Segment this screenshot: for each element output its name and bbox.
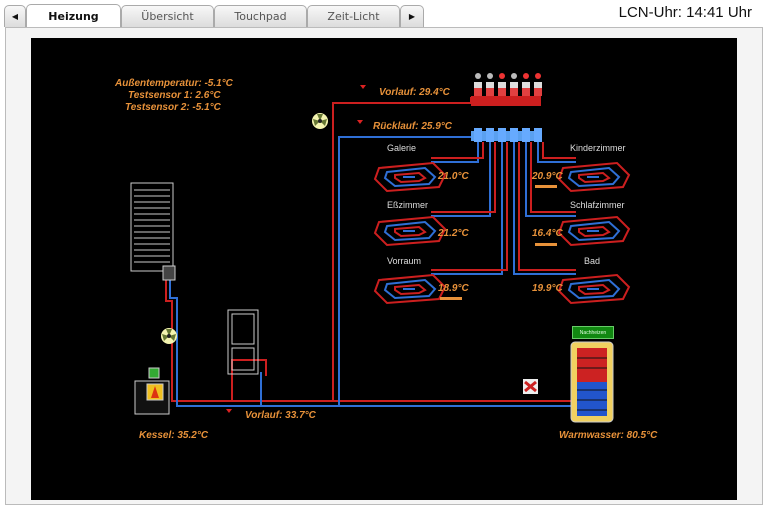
tab-bar: ◀ Heizung Übersicht Touchpad Zeit-Licht … [0, 0, 768, 28]
outdoor-temp-label: Außentemperatur: -5.1°C [115, 78, 233, 89]
tab-label: Heizung [48, 10, 99, 23]
heating-indicator-kinderzimmer [535, 185, 557, 188]
supply-bottom-label: Vorlauf: 33.7°C [245, 410, 316, 421]
reheat-button[interactable]: Nachheizen [572, 326, 614, 339]
tab-scroll-right-button[interactable]: ▶ [400, 5, 424, 27]
room-name-galerie: Galerie [387, 143, 417, 153]
tab-heizung[interactable]: Heizung [26, 4, 121, 28]
room-name-bad: Bad [584, 256, 601, 266]
tab-uebersicht[interactable]: Übersicht [121, 5, 214, 27]
warmwater-temp-label: Warmwasser: 80.5°C [559, 430, 658, 441]
boiler [134, 367, 170, 415]
tab-label: Zeit-Licht [327, 10, 380, 23]
testsensor2-label: Testsensor 2: -5.1°C [125, 102, 221, 113]
buffer-appliance [227, 309, 259, 375]
pump-icon-bottom [161, 328, 177, 344]
return-label: Rücklauf: 25.9°C [373, 121, 453, 132]
hot-water-tank [570, 341, 614, 423]
radiator [130, 182, 176, 281]
supply-top-label: Vorlauf: 29.4°C [379, 87, 450, 98]
valve-leds [475, 73, 541, 79]
room-temp-bad[interactable]: 19.9°C [532, 283, 563, 294]
pump-icon-top [312, 113, 328, 129]
heating-indicator-vorraum [440, 297, 462, 300]
arrow-right-icon: ▶ [408, 12, 416, 21]
room-temp-kinderzimmer[interactable]: 20.9°C [532, 171, 563, 182]
supply-bottom-arrow-icon [226, 409, 232, 413]
tab-scroll-left-button[interactable]: ◀ [4, 5, 26, 27]
room-name-esszimmer: Eßzimmer [387, 200, 428, 210]
arrow-left-icon: ◀ [11, 12, 19, 21]
clock-display: LCN-Uhr: 14:41 Uhr [618, 4, 752, 21]
tab-label: Touchpad [234, 10, 287, 23]
room-temp-vorraum[interactable]: 18.9°C [438, 283, 469, 294]
room-temp-schlafzimmer[interactable]: 16.4°C [532, 228, 563, 239]
room-temp-galerie[interactable]: 21.0°C [438, 171, 469, 182]
testsensor1-label: Testsensor 1: 2.6°C [128, 90, 221, 101]
supply-arrow-icon [360, 85, 366, 89]
tab-label: Übersicht [141, 10, 194, 23]
heating-diagram: Außentemperatur: -5.1°C Testsensor 1: 2.… [31, 38, 737, 500]
room-name-schlafzimmer: Schlafzimmer [570, 200, 625, 210]
return-arrow-icon [357, 120, 363, 124]
room-temp-esszimmer[interactable]: 21.2°C [438, 228, 469, 239]
heating-indicator-schlafzimmer [535, 243, 557, 246]
tab-touchpad[interactable]: Touchpad [214, 5, 307, 27]
room-name-vorraum: Vorraum [387, 256, 422, 266]
boiler-temp-label: Kessel: 35.2°C [139, 430, 209, 441]
mixing-valve-icon [523, 379, 538, 394]
tab-zeit-licht[interactable]: Zeit-Licht [307, 5, 400, 27]
room-name-kinderzimmer: Kinderzimmer [570, 143, 626, 153]
